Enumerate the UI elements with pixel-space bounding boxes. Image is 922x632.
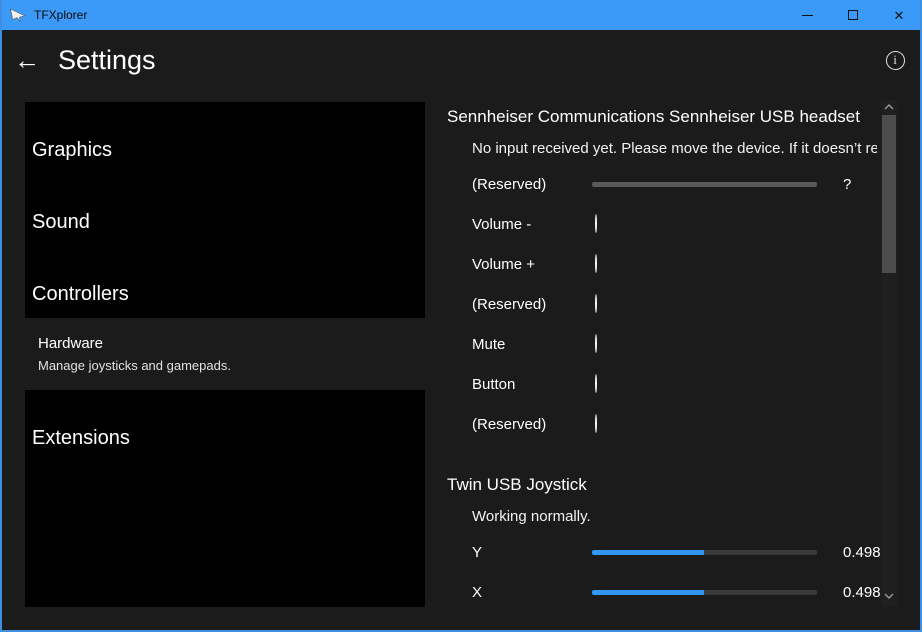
control-label: Y: [472, 544, 592, 561]
control-value: 0.498: [817, 544, 881, 561]
control-row: Y 0.498: [447, 532, 877, 572]
button-state-indicator: [595, 254, 597, 273]
nav-item-sound[interactable]: Sound: [32, 186, 425, 258]
control-row: (Reserved) ?: [447, 164, 877, 204]
info-icon: i: [886, 51, 905, 70]
close-icon: ✕: [894, 9, 905, 22]
close-button[interactable]: ✕: [876, 0, 922, 30]
control-row: Button: [447, 364, 877, 404]
axis-slider-track: [592, 182, 817, 187]
vertical-scrollbar[interactable]: [881, 100, 897, 607]
titlebar: TFXplorer ✕: [0, 0, 922, 30]
control-row: X 0.498: [447, 572, 877, 612]
button-state-indicator: [595, 334, 597, 353]
back-arrow-icon: ←: [14, 45, 40, 76]
axis-progress-fill: [592, 550, 704, 555]
control-label: (Reserved): [472, 416, 592, 433]
scrollbar-thumb[interactable]: [882, 115, 896, 273]
control-label: Button: [472, 376, 592, 393]
maximize-button[interactable]: [830, 0, 876, 30]
button-state-indicator: [595, 414, 597, 433]
control-label: (Reserved): [472, 176, 592, 193]
hardware-devices-panel: Sennheiser Communications Sennheiser USB…: [447, 100, 877, 612]
nav-category-box: Graphics Sound Controllers: [25, 102, 425, 318]
device-section-headset: Sennheiser Communications Sennheiser USB…: [447, 100, 877, 444]
page-title: Settings: [58, 45, 156, 76]
control-value: 0.498: [817, 584, 881, 601]
nav-item-hardware[interactable]: Hardware Manage joysticks and gamepads.: [38, 332, 425, 376]
minimize-icon: [802, 15, 813, 16]
back-button[interactable]: ←: [8, 41, 46, 79]
axis-progress-fill: [592, 590, 704, 595]
axis-progress-track: [592, 590, 817, 595]
hardware-description: Manage joysticks and gamepads.: [38, 356, 425, 376]
page-header: ← Settings i: [0, 30, 922, 90]
button-state-indicator: [595, 374, 597, 393]
button-state-indicator: [595, 294, 597, 313]
axis-progress-track: [592, 550, 817, 555]
device-name: Sennheiser Communications Sennheiser USB…: [447, 100, 877, 134]
control-row: Mute: [447, 324, 877, 364]
scroll-down-button[interactable]: [881, 589, 897, 603]
button-state-indicator: [595, 214, 597, 233]
info-button[interactable]: i: [882, 47, 908, 73]
control-row: (Reserved): [447, 284, 877, 324]
settings-nav: Graphics Sound Controllers Hardware Mana…: [25, 102, 425, 607]
device-section-joystick: Twin USB Joystick Working normally. Y 0.…: [447, 468, 877, 612]
control-label: Volume -: [472, 216, 592, 233]
nav-item-graphics[interactable]: Graphics: [32, 114, 425, 186]
control-value: ?: [817, 176, 877, 193]
control-label: Volume +: [472, 256, 592, 273]
control-row: (Reserved): [447, 404, 877, 444]
chevron-up-icon: [884, 104, 894, 110]
control-row: Volume -: [447, 204, 877, 244]
hardware-title: Hardware: [38, 332, 425, 356]
device-name: Twin USB Joystick: [447, 468, 877, 502]
nav-item-extensions[interactable]: Extensions: [32, 402, 425, 474]
device-status: Working normally.: [447, 502, 877, 532]
chevron-down-icon: [884, 593, 894, 599]
nav-extensions-box: Extensions: [25, 390, 425, 607]
control-label: Mute: [472, 336, 592, 353]
app-jet-icon: [8, 5, 28, 25]
control-row: Volume +: [447, 244, 877, 284]
scroll-up-button[interactable]: [881, 100, 897, 114]
nav-item-controllers[interactable]: Controllers: [32, 258, 425, 318]
device-status: No input received yet. Please move the d…: [447, 134, 877, 164]
maximize-icon: [848, 10, 858, 20]
window-title: TFXplorer: [34, 8, 87, 22]
minimize-button[interactable]: [784, 0, 830, 30]
control-label: (Reserved): [472, 296, 592, 313]
control-label: X: [472, 584, 592, 601]
